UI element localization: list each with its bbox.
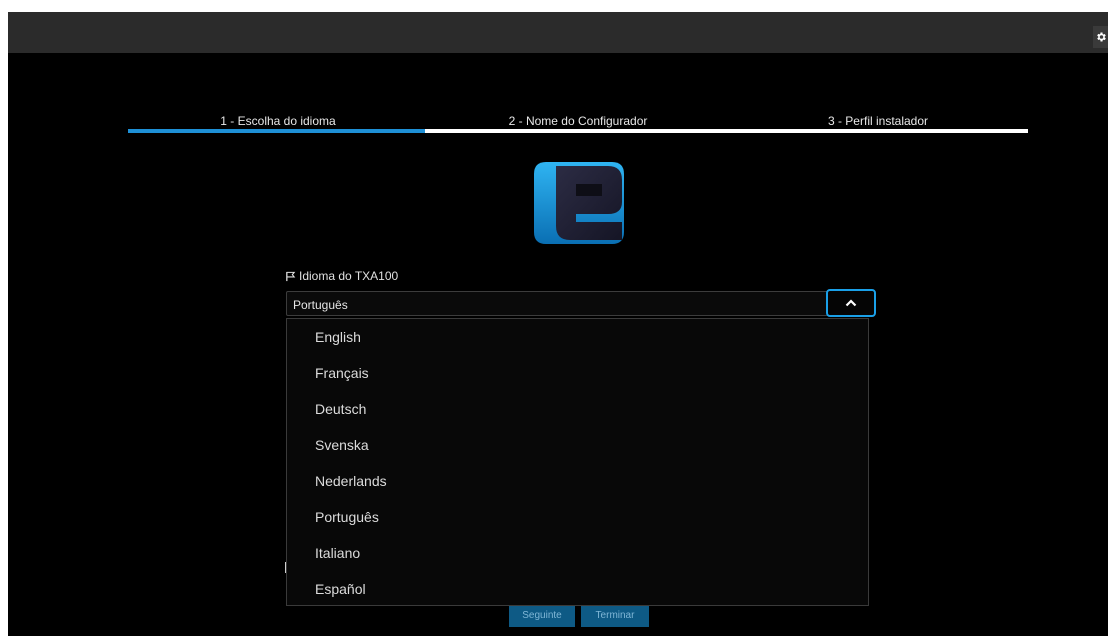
step-3-label: 3 - Perfil instalador bbox=[827, 114, 929, 128]
language-select-value: Português bbox=[293, 298, 348, 312]
language-field-label: Idioma do TXA100 bbox=[285, 269, 398, 283]
language-dropdown-list: English Français Deutsch Svenska Nederla… bbox=[286, 318, 869, 606]
language-select[interactable]: Português bbox=[286, 291, 868, 316]
language-option-italiano[interactable]: Italiano bbox=[287, 535, 868, 571]
language-option-francais[interactable]: Français bbox=[287, 355, 868, 391]
language-option-portugues[interactable]: Português bbox=[287, 499, 868, 535]
step-2-label: 2 - Nome do Configurador bbox=[508, 114, 648, 128]
language-select-toggle[interactable] bbox=[826, 289, 876, 317]
gear-icon bbox=[1096, 32, 1106, 42]
language-option-svenska[interactable]: Svenska bbox=[287, 427, 868, 463]
language-option-deutsch[interactable]: Deutsch bbox=[287, 391, 868, 427]
language-label-text: Idioma do TXA100 bbox=[299, 269, 399, 283]
step-2-3-progress bbox=[425, 129, 1028, 133]
flag-icon bbox=[286, 271, 296, 281]
language-option-english[interactable]: English bbox=[287, 319, 868, 355]
language-option-nederlands[interactable]: Nederlands bbox=[287, 463, 868, 499]
top-bar bbox=[8, 12, 1108, 53]
language-option-espanol[interactable]: Español bbox=[287, 571, 868, 607]
step-1-label: 1 - Escolha do idioma bbox=[220, 114, 336, 128]
app-window: 1 - Escolha do idioma 2 - Nome do Config… bbox=[8, 12, 1108, 636]
step-1-progress bbox=[128, 129, 425, 133]
chevron-up-icon bbox=[845, 299, 857, 307]
brand-logo bbox=[534, 162, 624, 244]
settings-button[interactable] bbox=[1093, 26, 1108, 48]
